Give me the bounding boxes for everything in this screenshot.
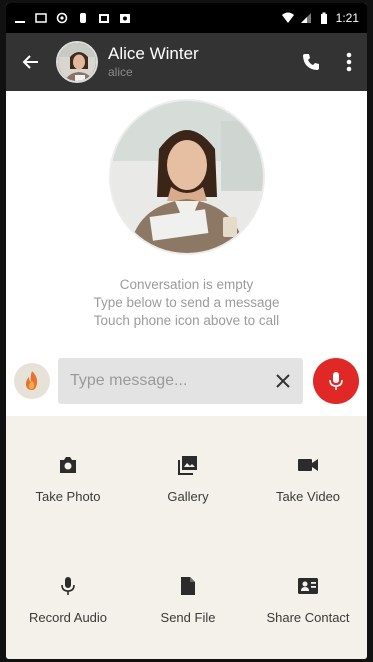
file-icon: [176, 574, 200, 598]
clock: 1:21: [335, 11, 359, 25]
gallery-icon: [176, 453, 200, 477]
close-icon: [276, 374, 290, 388]
record-audio-option[interactable]: Record Audio: [8, 574, 128, 625]
signal-icon: [300, 13, 311, 23]
mic-icon: [329, 372, 343, 390]
notification-icon: [80, 13, 86, 23]
contact-photo: [111, 101, 263, 253]
avatar-photo: [58, 43, 96, 81]
contact-photo-large: [111, 101, 263, 253]
composer-bar: [6, 346, 367, 416]
notification-icon: [99, 14, 109, 23]
notification-icon: [35, 13, 47, 23]
message-input[interactable]: [70, 372, 263, 390]
attachment-panel: Take Photo Gallery Take Video Record Aud…: [6, 416, 367, 659]
send-file-option[interactable]: Send File: [128, 574, 248, 625]
share-contact-label: Share Contact: [266, 610, 350, 625]
record-audio-label: Record Audio: [28, 610, 108, 625]
notification-icon: [120, 14, 130, 23]
app-bar: Alice Winter alice: [6, 33, 367, 91]
arrow-back-icon: [22, 55, 38, 69]
mic-icon: [56, 574, 80, 598]
send-file-label: Send File: [160, 610, 216, 625]
wifi-icon: [281, 12, 294, 23]
take-photo-option[interactable]: Take Photo: [8, 453, 128, 504]
back-button[interactable]: [6, 33, 56, 91]
message-field: [58, 358, 303, 404]
conversation-area: Conversation is empty Type below to send…: [6, 91, 367, 346]
gallery-label: Gallery: [167, 489, 209, 504]
call-button[interactable]: [291, 33, 331, 91]
contact-card-icon: [296, 574, 320, 598]
contact-titles: Alice Winter alice: [108, 44, 199, 80]
notification-icon: [15, 21, 25, 23]
contact-avatar[interactable]: [56, 41, 98, 83]
take-photo-label: Take Photo: [35, 489, 101, 504]
gallery-option[interactable]: Gallery: [128, 453, 248, 504]
empty-hint-call: Touch phone icon above to call: [93, 313, 280, 328]
status-bar: 1:21: [6, 3, 367, 33]
share-contact-option[interactable]: Share Contact: [248, 574, 367, 625]
voice-record-button[interactable]: [313, 358, 359, 404]
camera-icon: [56, 453, 80, 477]
battery-icon: [320, 12, 327, 24]
take-video-label: Take Video: [275, 489, 341, 504]
flame-icon: [26, 371, 38, 390]
notification-icon: [56, 12, 68, 24]
contact-name: Alice Winter: [108, 44, 199, 63]
overflow-menu-button[interactable]: [331, 33, 367, 91]
phone-icon: [303, 54, 319, 70]
phone-screen: 1:21 Alice Winter alice Conversation is …: [6, 3, 367, 659]
burn-button[interactable]: [14, 363, 50, 399]
notification-icons: [14, 12, 131, 24]
contact-handle: alice: [108, 65, 133, 79]
more-vert-icon: [346, 52, 352, 72]
clear-button[interactable]: [263, 358, 303, 404]
take-video-option[interactable]: Take Video: [248, 453, 367, 504]
empty-title: Conversation is empty: [119, 277, 254, 292]
videocam-icon: [296, 453, 320, 477]
empty-hint-type: Type below to send a message: [93, 295, 280, 310]
system-status: 1:21: [281, 11, 359, 25]
